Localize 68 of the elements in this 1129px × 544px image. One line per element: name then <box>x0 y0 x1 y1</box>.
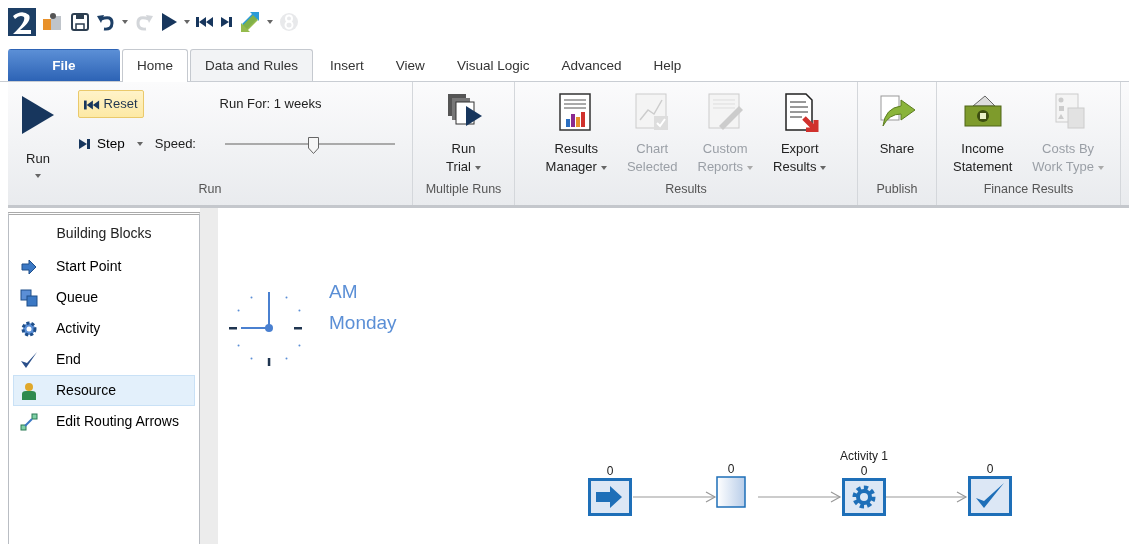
building-block-item[interactable]: Resource <box>13 375 195 406</box>
caret-icon <box>820 165 827 170</box>
caret-icon <box>184 20 190 24</box>
building-block-item[interactable]: Start Point <box>13 251 195 282</box>
person-icon <box>20 381 38 400</box>
building-block-item[interactable]: Edit Routing Arrows <box>13 406 195 437</box>
count-label: 0 <box>859 463 869 480</box>
reset-button[interactable]: Reset <box>78 90 144 118</box>
ribbon-button[interactable]: Share <box>869 90 925 181</box>
ribbon-tab[interactable]: Insert <box>315 48 379 81</box>
speed-label: Speed: <box>154 134 196 153</box>
ribbon-tab[interactable]: Home <box>122 48 188 82</box>
toolbar-button[interactable] <box>160 12 190 32</box>
count-label: 0 <box>605 463 615 480</box>
toolbar-button[interactable] <box>220 16 233 28</box>
group-label: Multiple Runs <box>424 181 503 199</box>
ribbon-tab[interactable]: View <box>380 48 440 81</box>
toolbar-button[interactable] <box>96 12 128 32</box>
step-icon <box>78 137 91 150</box>
step-button[interactable]: Step <box>78 133 125 154</box>
end-node <box>968 476 1012 516</box>
gear-icon <box>20 319 38 338</box>
ribbon-button[interactable]: Run Trial <box>435 90 492 181</box>
caret-icon <box>600 165 607 170</box>
building-block-item[interactable]: Queue <box>13 282 195 313</box>
arrow-icon <box>20 257 38 276</box>
time-label: AM <box>329 280 358 304</box>
toolbar-button[interactable] <box>196 16 214 28</box>
toolbar-button[interactable] <box>70 12 90 32</box>
ribbon-tab[interactable]: Visual Logic <box>441 48 545 81</box>
play-icon <box>20 94 56 136</box>
ribbon-tab[interactable]: Advanced <box>546 48 637 81</box>
group-label: Results <box>664 181 708 199</box>
building-block-item[interactable]: End <box>13 344 195 375</box>
start-node <box>588 478 632 516</box>
ribbon-tab[interactable]: Help <box>638 48 697 81</box>
ribbon-tab[interactable]: Data and Rules <box>190 48 314 81</box>
group-label: Finance Results <box>982 181 1075 199</box>
node-title: Activity 1 <box>839 448 889 465</box>
slider-thumb[interactable] <box>308 134 319 152</box>
run-button[interactable]: Run <box>20 86 56 178</box>
ribbon-button[interactable]: Export Results <box>765 90 835 181</box>
count-label: 0 <box>985 461 995 478</box>
activity-node <box>842 478 886 516</box>
caret-icon <box>747 165 754 170</box>
app-logo[interactable] <box>8 8 36 36</box>
caret-icon <box>267 20 273 24</box>
panel-title: Building Blocks <box>55 224 153 243</box>
day-label: Monday <box>329 311 397 335</box>
queue-node <box>716 476 746 508</box>
ribbon-button[interactable]: Results Manager <box>537 90 615 181</box>
toolbar-button[interactable] <box>42 12 64 32</box>
building-block-item[interactable]: Activity <box>13 313 195 344</box>
caret-icon <box>474 165 481 170</box>
caret-icon <box>35 174 41 178</box>
count-label: 0 <box>726 461 736 478</box>
caret-icon[interactable] <box>136 141 143 146</box>
rewind-icon <box>84 98 100 111</box>
stacked-squares-icon <box>20 288 38 307</box>
caret-icon <box>122 20 128 24</box>
connector-icon <box>20 412 38 431</box>
run-duration-label: Run For: 1 weeks <box>219 95 322 113</box>
group-label: Publish <box>875 181 919 199</box>
group-label: Run <box>197 181 223 199</box>
report-pencil-icon <box>705 92 746 132</box>
ribbon-button[interactable]: Income Statement <box>945 90 1021 181</box>
file-tab[interactable]: File <box>8 48 120 81</box>
caret-icon <box>1097 165 1104 170</box>
